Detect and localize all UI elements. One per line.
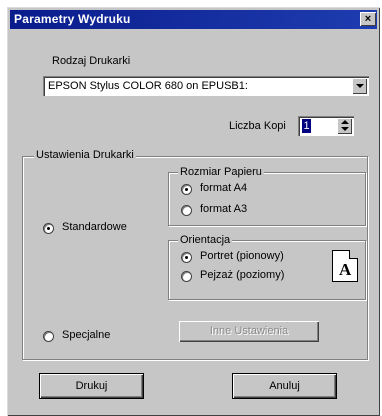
title-bar[interactable]: Parametry Wydruku ×	[10, 10, 377, 29]
radio-format-a3[interactable]	[181, 205, 192, 216]
close-button[interactable]: ×	[360, 12, 376, 26]
printer-type-label: Rodzaj Drukarki	[52, 55, 131, 67]
paper-size-group-label: Rozmiar Papieru	[178, 166, 264, 178]
printer-select[interactable]: EPSON Stylus COLOR 680 on EPUSB1:	[43, 76, 369, 96]
radio-portrait[interactable]	[181, 252, 192, 263]
copies-value[interactable]: 1	[302, 119, 311, 133]
radio-format-a4[interactable]	[181, 184, 192, 195]
chevron-down-icon[interactable]	[352, 78, 367, 94]
print-button[interactable]: Drukuj	[40, 374, 143, 398]
printer-select-value: EPSON Stylus COLOR 680 on EPUSB1:	[48, 80, 248, 92]
other-settings-button[interactable]: Inne Ustawienia	[179, 321, 319, 342]
portrait-label: Portret (pionowy)	[200, 250, 284, 262]
standard-label: Standardowe	[62, 221, 127, 233]
landscape-label: Pejzaż (poziomy)	[200, 269, 285, 281]
special-label: Specjalne	[62, 329, 111, 341]
printer-settings-group-label: Ustawienia Drukarki	[34, 149, 136, 161]
copies-spinner[interactable]: 1	[298, 116, 354, 136]
orientation-group-label: Orientacja	[178, 234, 233, 246]
cancel-button[interactable]: Anuluj	[233, 374, 336, 398]
page-letter: A	[339, 260, 352, 279]
format-a3-label: format A3	[200, 203, 248, 215]
paper-size-group	[168, 172, 366, 226]
print-button-label: Drukuj	[75, 380, 108, 392]
radio-special[interactable]	[43, 331, 54, 342]
cancel-button-label: Anuluj	[269, 380, 300, 392]
spinner-arrows-icon[interactable]	[337, 118, 352, 134]
radio-landscape[interactable]	[181, 271, 192, 282]
close-icon: ×	[364, 13, 372, 25]
other-settings-button-label: Inne Ustawienia	[209, 325, 289, 337]
copies-label: Liczba Kopi	[229, 120, 286, 132]
format-a4-label: format A4	[200, 182, 248, 194]
page-orientation-icon: A	[332, 250, 358, 282]
dialog-title: Parametry Wydruku	[14, 12, 131, 26]
radio-standard[interactable]	[43, 223, 54, 234]
